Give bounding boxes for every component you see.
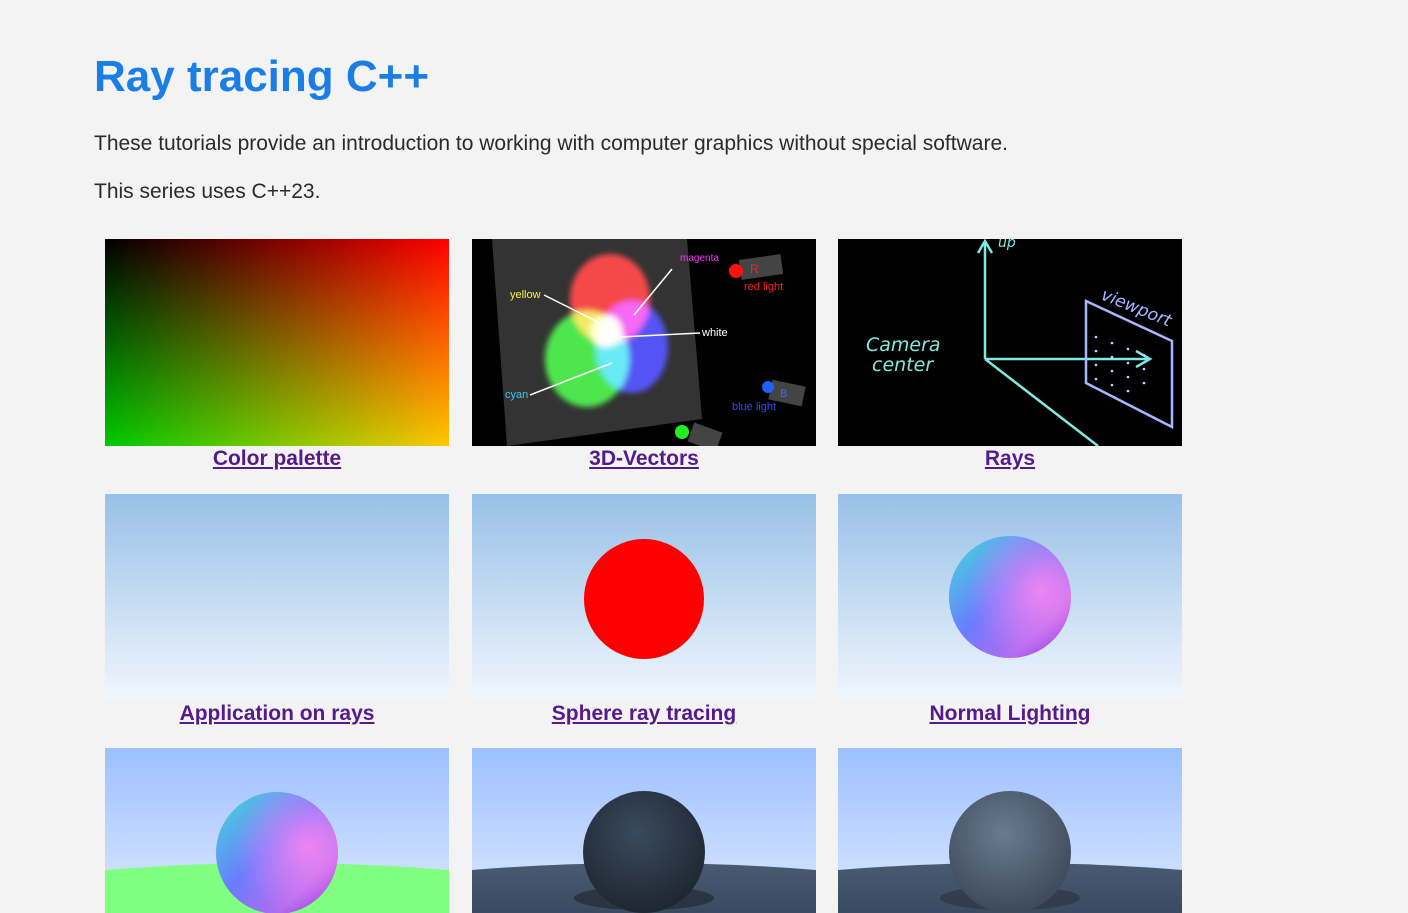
- tutorial-card-application-on-rays[interactable]: Application on rays: [105, 494, 449, 727]
- tutorial-link-sphere-ray-tracing[interactable]: Sphere ray tracing: [472, 701, 816, 727]
- label-red-light: red light: [744, 281, 783, 293]
- tutorial-link-3d-vectors[interactable]: 3D-Vectors: [472, 446, 816, 472]
- tutorial-card-normal-lighting[interactable]: Normal Lighting: [838, 494, 1182, 727]
- vectors-thumbnail: yellow magenta white cyan R red light B …: [472, 239, 816, 446]
- label-magenta: magenta: [680, 253, 719, 264]
- color-palette-thumbnail: [105, 239, 449, 446]
- tutorial-card-7[interactable]: [105, 748, 449, 913]
- label-up: up: [998, 239, 1016, 251]
- label-camera: Camera: [866, 334, 941, 356]
- lit-diffuse-sphere-thumbnail: [838, 748, 1182, 913]
- label-r: R: [750, 262, 759, 276]
- label-center: center: [872, 354, 934, 376]
- label-white: white: [701, 327, 728, 339]
- tutorial-card-rays[interactable]: up Camera center viewport Rays: [838, 239, 1182, 472]
- label-cyan: cyan: [505, 389, 528, 401]
- sky-gradient-thumbnail: [105, 494, 449, 701]
- tutorial-link-application-on-rays[interactable]: Application on rays: [105, 701, 449, 727]
- tutorial-link-rays[interactable]: Rays: [838, 446, 1182, 472]
- red-sphere-thumbnail: [472, 494, 816, 701]
- rays-thumbnail: up Camera center viewport: [838, 239, 1182, 446]
- label-yellow: yellow: [510, 289, 541, 301]
- tutorial-card-9[interactable]: [838, 748, 1182, 913]
- tutorial-card-8[interactable]: [472, 748, 816, 913]
- tutorial-card-color-palette[interactable]: Color palette: [105, 239, 449, 472]
- normal-sphere-thumbnail: [838, 494, 1182, 701]
- label-b: B: [780, 388, 787, 400]
- tutorial-card-3d-vectors[interactable]: yellow magenta white cyan R red light B …: [472, 239, 816, 472]
- tutorial-card-sphere-ray-tracing[interactable]: Sphere ray tracing: [472, 494, 816, 727]
- diffuse-sphere-thumbnail: [472, 748, 816, 913]
- label-blue-light: blue light: [732, 401, 776, 413]
- normal-sphere-ground-thumbnail: [105, 748, 449, 913]
- tutorial-link-color-palette[interactable]: Color palette: [105, 446, 449, 472]
- tutorial-grid: Color palette yellow magenta white cyan …: [0, 0, 1408, 913]
- tutorial-link-normal-lighting[interactable]: Normal Lighting: [838, 701, 1182, 727]
